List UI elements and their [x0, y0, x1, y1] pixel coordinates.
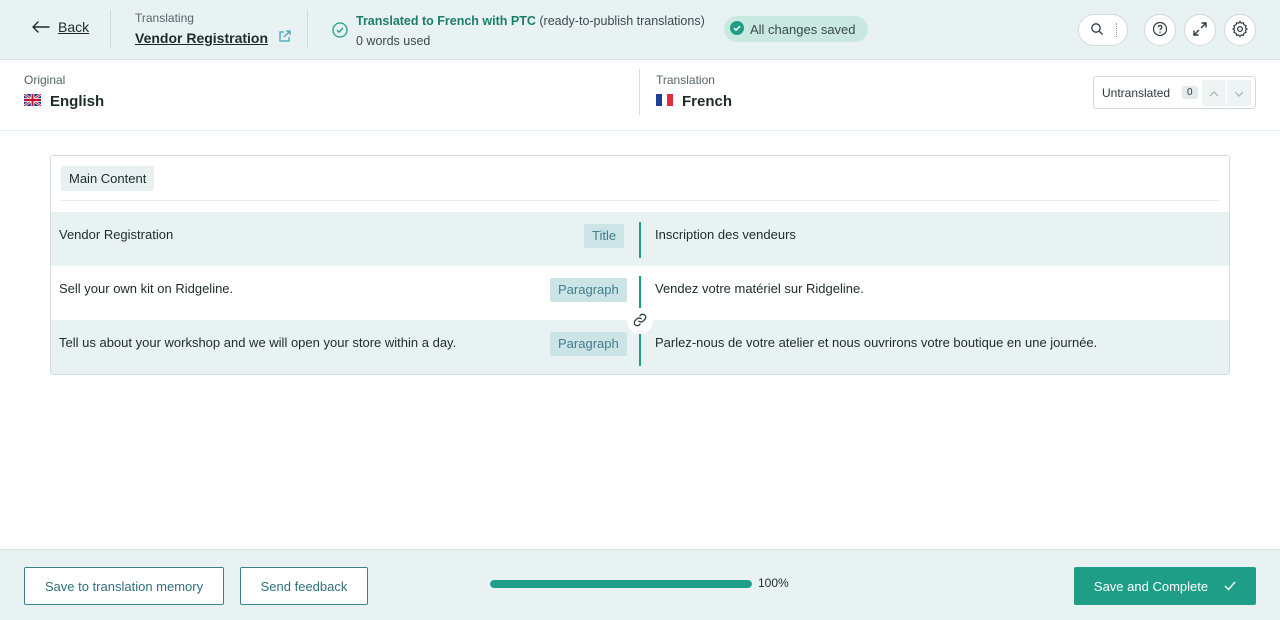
original-language: Original English — [23, 73, 105, 110]
back-arrow-icon — [32, 21, 50, 33]
original-text: Vendor Registration — [59, 227, 174, 242]
back-label: Back — [58, 19, 90, 35]
segment-type-badge: Paragraph — [550, 332, 627, 356]
external-link-icon[interactable] — [278, 29, 292, 46]
chevron-up-icon — [1209, 86, 1219, 100]
header-divider — [307, 10, 308, 48]
uk-flag-icon — [23, 93, 42, 110]
section-label: Main Content — [61, 166, 155, 191]
status-suffix: (ready-to-publish translations) — [539, 14, 705, 28]
translation-language-name: French — [682, 93, 733, 110]
original-text: Tell us about your workshop and we will … — [59, 335, 457, 350]
link-icon — [632, 312, 648, 331]
status-title: Translated to French with PTC — [356, 14, 536, 28]
progress-percent: 100% — [758, 576, 789, 590]
saved-check-icon — [730, 20, 744, 38]
help-icon — [1152, 21, 1168, 40]
send-feedback-button[interactable]: Send feedback — [240, 567, 368, 605]
original-text: Sell your own kit on Ridgeline. — [59, 281, 234, 296]
language-divider — [639, 69, 640, 115]
translation-panel: Main Content Vendor Registration Title I… — [50, 155, 1230, 375]
translation-label: Translation — [656, 73, 715, 87]
back-link[interactable]: Back — [32, 19, 89, 35]
header-divider — [110, 10, 111, 48]
footer-bar: Save to translation memory Send feedback… — [0, 549, 1280, 620]
translating-block: Translating Vendor Registration — [135, 11, 292, 46]
save-and-complete-label: Save and Complete — [1093, 578, 1209, 594]
link-segments-button[interactable] — [627, 308, 653, 334]
save-to-memory-button[interactable]: Save to translation memory — [24, 567, 224, 605]
language-bar: Original English Translation French Untr… — [0, 60, 1280, 131]
translation-text[interactable]: Parlez-nous de votre atelier et nous ouv… — [655, 335, 1097, 350]
translation-language: Translation French — [656, 73, 732, 110]
progress-fill — [490, 580, 752, 588]
previous-untranslated-button[interactable] — [1202, 80, 1226, 106]
save-and-complete-button[interactable]: Save and Complete — [1074, 567, 1256, 605]
untranslated-filter[interactable]: Untranslated 0 — [1093, 76, 1256, 109]
saved-status-badge: All changes saved — [724, 16, 868, 42]
top-bar: Back Translating Vendor Registration Tra… — [0, 0, 1280, 60]
expand-button[interactable] — [1184, 14, 1216, 46]
segment-type-badge: Title — [584, 224, 625, 248]
segment-status-bar — [639, 222, 641, 258]
segment-status-bar — [639, 276, 641, 312]
untranslated-count-badge: 0 — [1182, 86, 1198, 99]
document-title-link[interactable]: Vendor Registration — [135, 30, 268, 46]
filter-label: Untranslated — [1102, 85, 1171, 100]
settings-button[interactable] — [1224, 14, 1256, 46]
translation-text[interactable]: Vendez votre matériel sur Ridgeline. — [655, 281, 864, 296]
saved-label: All changes saved — [750, 21, 856, 37]
help-button[interactable] — [1144, 14, 1176, 46]
check-icon — [1224, 579, 1236, 594]
translation-text[interactable]: Inscription des vendeurs — [655, 227, 796, 242]
section-divider — [61, 200, 1219, 201]
expand-icon — [1192, 21, 1208, 40]
translating-label: Translating — [135, 11, 194, 25]
gear-icon — [1231, 20, 1249, 41]
words-used: 0 words used — [356, 34, 431, 48]
check-circle-icon — [332, 22, 348, 51]
search-icon — [1090, 22, 1104, 39]
progress-bar — [490, 580, 752, 588]
segment-row[interactable]: Vendor Registration Title Inscription de… — [51, 212, 1229, 266]
original-language-name: English — [50, 93, 105, 110]
original-label: Original — [24, 73, 66, 87]
translation-status: Translated to French with PTC (ready-to-… — [332, 11, 705, 51]
next-untranslated-button[interactable] — [1227, 80, 1251, 106]
segment-status-bar — [639, 330, 641, 366]
france-flag-icon — [656, 93, 673, 110]
segment-type-badge: Paragraph — [550, 278, 627, 302]
chevron-down-icon — [1234, 86, 1244, 100]
search-button[interactable] — [1078, 14, 1128, 46]
